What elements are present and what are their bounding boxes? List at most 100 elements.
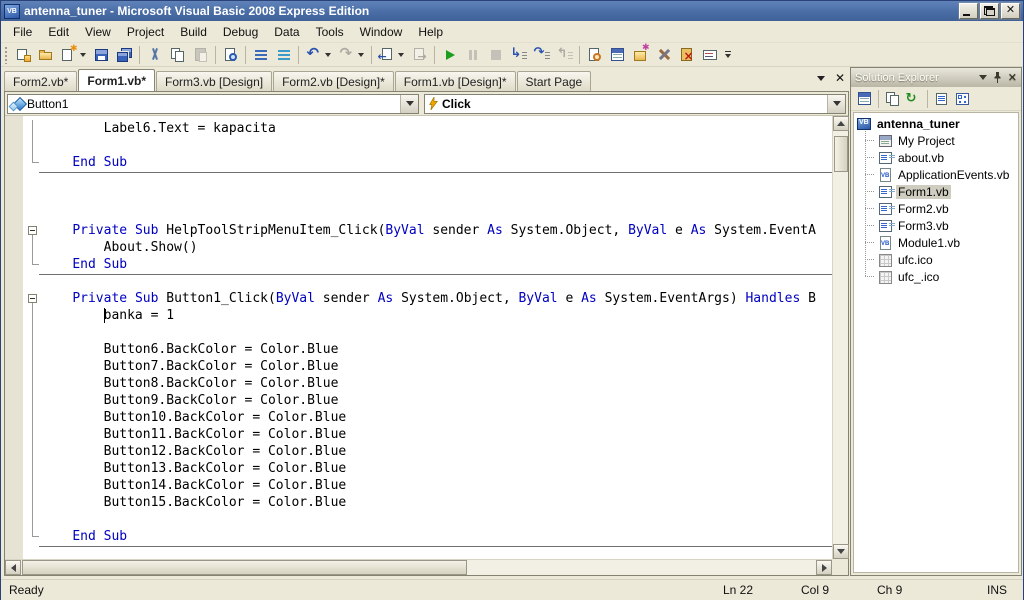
tree-item-form3-vb[interactable]: Form3.vb	[854, 217, 1018, 234]
add-new-item-dropdown-icon[interactable]	[80, 53, 86, 57]
comment-lines-button[interactable]	[249, 44, 272, 66]
redo-dropdown-icon[interactable]	[358, 53, 364, 57]
objects-combobox[interactable]: Button1	[7, 94, 419, 114]
stop-debugging-button[interactable]	[484, 44, 507, 66]
menu-item-build[interactable]: Build	[172, 22, 215, 42]
properties-window-button[interactable]	[606, 44, 629, 66]
vertical-scrollbar[interactable]	[832, 116, 848, 559]
start-debugging-button[interactable]	[438, 44, 461, 66]
paste-button[interactable]	[189, 44, 212, 66]
minimize-button[interactable]	[959, 3, 978, 19]
find-in-files-button[interactable]	[219, 44, 242, 66]
scroll-up-button[interactable]	[833, 116, 849, 131]
document-tab-form2-vb-design[interactable]: Form2.vb [Design]*	[273, 71, 394, 91]
horizontal-scrollbar[interactable]	[5, 559, 832, 575]
collapse-region-icon[interactable]	[28, 226, 37, 235]
immediate-window-button[interactable]	[698, 44, 721, 66]
close-document-icon[interactable]: ✕	[835, 73, 845, 83]
uncomment-lines-button[interactable]	[272, 44, 295, 66]
toolbar-grip[interactable]	[4, 46, 8, 64]
document-tab-form1-vb[interactable]: Form1.vb*	[78, 69, 155, 91]
tree-item-ufc-ico[interactable]: ufc_.ico	[854, 268, 1018, 285]
form-icon	[878, 151, 893, 165]
menu-item-view[interactable]: View	[77, 22, 119, 42]
properties-window-button[interactable]	[854, 89, 875, 109]
undo-dropdown-icon[interactable]	[325, 53, 331, 57]
tree-item-module1-vb[interactable]: Module1.vb	[854, 234, 1018, 251]
open-file-button[interactable]	[34, 44, 57, 66]
object-browser-button[interactable]	[629, 44, 652, 66]
scroll-right-button[interactable]	[816, 560, 832, 575]
horizontal-scroll-thumb[interactable]	[22, 560, 467, 575]
solution-explorer-toolbar: ↻	[851, 87, 1021, 111]
menu-item-window[interactable]: Window	[352, 22, 411, 42]
step-over-button[interactable]	[530, 44, 553, 66]
close-icon: ✕	[1002, 3, 1019, 16]
solution-explorer-header[interactable]: Solution Explorer ✕	[851, 68, 1021, 87]
tree-item-applicationevents-vb[interactable]: ApplicationEvents.vb	[854, 166, 1018, 183]
find-in-files-icon	[223, 47, 239, 63]
tree-item-my-project[interactable]: My Project	[854, 132, 1018, 149]
scroll-down-button[interactable]	[833, 544, 849, 559]
refresh-button[interactable]: ↻	[903, 89, 924, 109]
document-tab-form1-vb-design[interactable]: Form1.vb [Design]*	[395, 71, 516, 91]
menu-item-project[interactable]: Project	[119, 22, 172, 42]
document-tab-form2-vb[interactable]: Form2.vb*	[4, 71, 77, 91]
immediate-window-icon	[702, 47, 718, 63]
document-tab-form3-vb-design[interactable]: Form3.vb [Design]	[156, 71, 272, 91]
vertical-scroll-thumb[interactable]	[834, 136, 848, 172]
events-combobox-dropdown-icon[interactable]	[827, 95, 845, 113]
code-line	[5, 273, 832, 290]
objects-combobox-dropdown-icon[interactable]	[400, 95, 418, 113]
menu-item-debug[interactable]: Debug	[215, 22, 266, 42]
add-new-item-button[interactable]	[57, 44, 80, 66]
copy-button[interactable]	[166, 44, 189, 66]
solution-explorer-button[interactable]	[583, 44, 606, 66]
cut-button[interactable]	[143, 44, 166, 66]
toolbar-options-icon[interactable]	[722, 45, 734, 65]
menu-item-data[interactable]: Data	[266, 22, 307, 42]
tree-item-about-vb[interactable]: about.vb	[854, 149, 1018, 166]
menu-item-help[interactable]: Help	[410, 22, 451, 42]
navigate-backward-button[interactable]	[375, 44, 398, 66]
document-tab-start-page[interactable]: Start Page	[517, 71, 592, 91]
undo-button[interactable]	[302, 44, 325, 66]
navigate-backward-dropdown-icon[interactable]	[398, 53, 404, 57]
document-list-dropdown-icon[interactable]	[817, 76, 825, 81]
error-list-button[interactable]	[675, 44, 698, 66]
solution-explorer-panel: Solution Explorer ✕ ↻ antenna_tunerMy Pr…	[850, 67, 1022, 576]
view-code-button[interactable]	[931, 89, 952, 109]
menu-item-file[interactable]: File	[5, 22, 40, 42]
properties-window-icon	[610, 47, 626, 63]
close-button[interactable]: ✕	[1001, 3, 1020, 19]
tree-item-antenna-tuner[interactable]: antenna_tuner	[854, 115, 1018, 132]
step-out-button[interactable]	[553, 44, 576, 66]
code-content: Label6.Text = kapacita End Sub Private S…	[5, 120, 832, 545]
navigate-forward-button[interactable]	[408, 44, 431, 66]
show-all-files-button[interactable]	[882, 89, 903, 109]
tree-item-form2-vb[interactable]: Form2.vb	[854, 200, 1018, 217]
window-position-dropdown-icon[interactable]	[979, 75, 987, 80]
code-text-area[interactable]: Label6.Text = kapacita End Sub Private S…	[5, 116, 832, 559]
restore-button[interactable]	[980, 3, 999, 19]
tree-connector	[865, 242, 874, 243]
auto-hide-pin-icon[interactable]	[993, 72, 1002, 83]
new-project-button[interactable]	[11, 44, 34, 66]
menu-item-edit[interactable]: Edit	[40, 22, 77, 42]
tree-item-ufc-ico[interactable]: ufc.ico	[854, 251, 1018, 268]
solution-explorer-close-icon[interactable]: ✕	[1008, 73, 1017, 83]
collapse-region-icon[interactable]	[28, 294, 37, 303]
step-into-button[interactable]	[507, 44, 530, 66]
menu-item-tools[interactable]: Tools	[308, 22, 352, 42]
save-all-button[interactable]	[113, 44, 136, 66]
save-button[interactable]	[90, 44, 113, 66]
toolbox-button[interactable]	[652, 44, 675, 66]
tree-item-form1-vb[interactable]: Form1.vb	[854, 183, 1018, 200]
scroll-left-button[interactable]	[5, 560, 21, 575]
redo-button[interactable]	[335, 44, 358, 66]
break-all-button[interactable]	[461, 44, 484, 66]
view-designer-button[interactable]	[952, 89, 973, 109]
copy-icon	[170, 47, 186, 63]
step-into-icon	[511, 47, 527, 63]
events-combobox[interactable]: Click	[424, 94, 846, 114]
